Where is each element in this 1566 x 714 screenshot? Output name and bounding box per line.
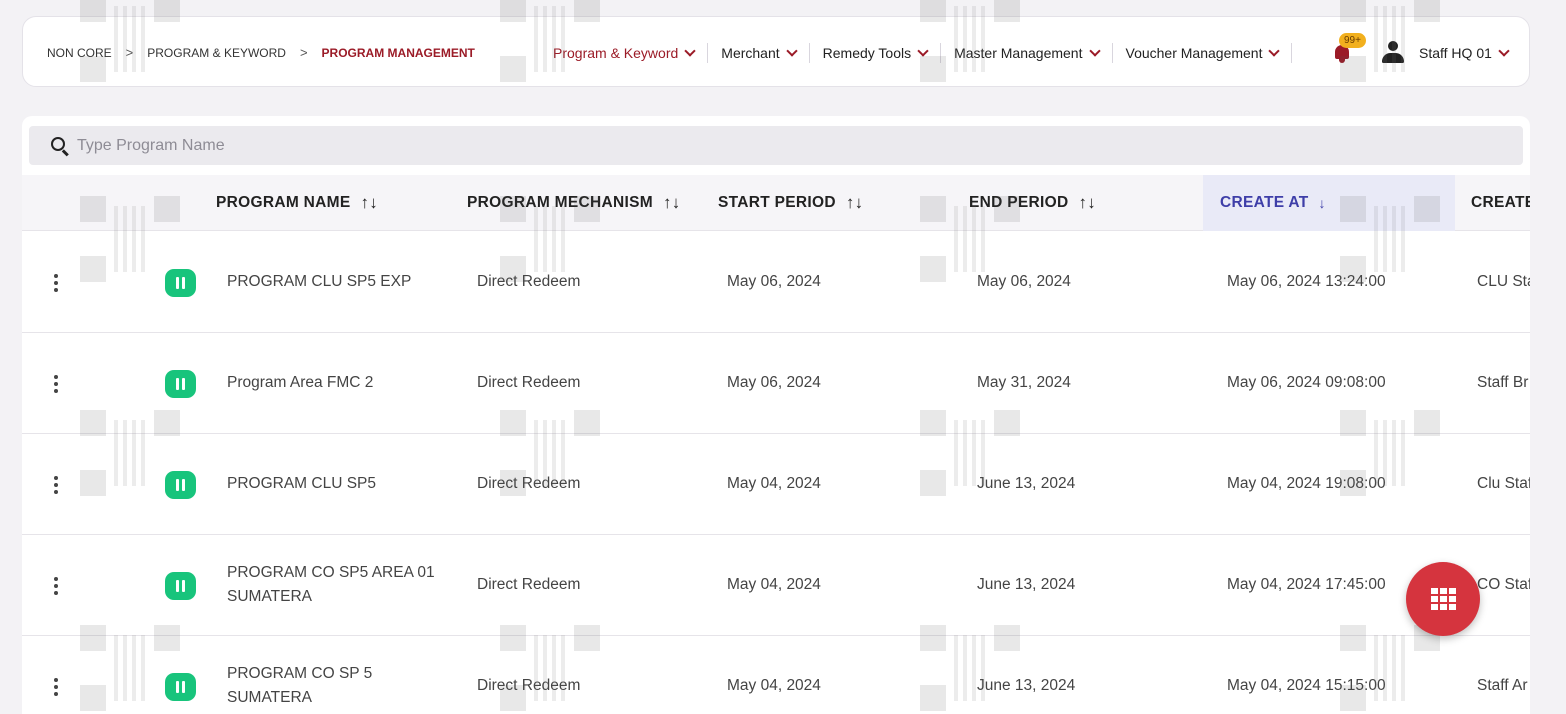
program-table-card: PROGRAM NAME ↑↓ PROGRAM MECHANISM ↑↓ START…	[22, 116, 1530, 714]
breadcrumb-item-non-core[interactable]: NON CORE	[47, 46, 112, 60]
sort-icon[interactable]: ↑↓	[1078, 193, 1096, 213]
nav-program-keyword[interactable]: Program & Keyword	[531, 42, 709, 63]
cell-program-mechanism: Direct Redeem	[477, 576, 581, 593]
cell-end-period: May 31, 2024	[977, 374, 1071, 391]
pause-icon[interactable]	[165, 269, 196, 297]
column-label: CREATE	[1471, 194, 1530, 211]
cell-end-period: June 13, 2024	[977, 475, 1076, 492]
cell-create-by: CLU Sta	[1477, 273, 1530, 290]
cell-create-by: Staff Br	[1477, 374, 1529, 391]
nav-label: Program & Keyword	[553, 44, 679, 61]
cell-start-period: May 04, 2024	[727, 475, 821, 492]
cell-end-period: May 06, 2024	[977, 273, 1071, 290]
kebab-icon[interactable]	[53, 577, 59, 595]
nav-master-management[interactable]: Master Management	[941, 42, 1113, 63]
column-label: START PERIOD	[718, 194, 836, 211]
breadcrumb-item-program-keyword[interactable]: PROGRAM & KEYWORD	[147, 46, 286, 60]
cell-program-name: PROGRAM CO SP 5 SUMATERA	[227, 665, 373, 706]
column-label: PROGRAM NAME	[216, 194, 351, 211]
column-create-by[interactable]: CREATE	[1471, 175, 1530, 231]
sort-icon[interactable]: ↑↓	[846, 193, 864, 213]
search-input[interactable]	[77, 126, 1477, 165]
cell-create-at: May 04, 2024 19:08:00	[1227, 475, 1386, 492]
pause-icon[interactable]	[165, 471, 196, 499]
search-icon	[51, 137, 65, 151]
breadcrumb-separator-icon: >	[125, 45, 134, 60]
cell-program-name: PROGRAM CLU SP5 EXP	[227, 273, 412, 290]
nav-label: Remedy Tools	[822, 44, 912, 61]
main-nav: Program & Keyword Merchant Remedy Tools …	[531, 17, 1293, 88]
breadcrumb-separator-icon: >	[299, 45, 308, 60]
table-row[interactable]: PROGRAM CLU SP5 EXP Direct Redeem May 06, …	[22, 232, 1530, 333]
column-label: PROGRAM MECHANISM	[467, 194, 653, 211]
nav-label: Master Management	[954, 44, 1083, 61]
nav-label: Voucher Management	[1125, 44, 1263, 61]
sort-descending-icon[interactable]: ↓	[1319, 195, 1326, 211]
kebab-icon[interactable]	[53, 274, 59, 292]
cell-create-by: Staff Ar	[1477, 677, 1528, 694]
nav-merchant[interactable]: Merchant	[708, 42, 810, 63]
nav-remedy-tools[interactable]: Remedy Tools	[810, 42, 942, 63]
column-create-at[interactable]: CREATE AT ↓	[1203, 175, 1455, 231]
cell-program-mechanism: Direct Redeem	[477, 475, 581, 492]
cell-create-by: Clu Staf	[1477, 475, 1530, 492]
cell-program-mechanism: Direct Redeem	[477, 273, 581, 290]
chevron-down-icon	[1498, 44, 1510, 57]
chevron-down-icon	[1268, 44, 1281, 57]
nav-voucher-management[interactable]: Voucher Management	[1113, 42, 1293, 63]
sort-icon[interactable]: ↑↓	[361, 193, 379, 213]
table-row[interactable]: Program Area FMC 2 Direct Redeem May 06, 2…	[22, 333, 1530, 434]
chevron-down-icon	[785, 44, 798, 57]
cell-program-name: Program Area FMC 2	[227, 374, 374, 391]
kebab-icon[interactable]	[53, 476, 59, 494]
column-label: END PERIOD	[969, 194, 1069, 211]
user-menu[interactable]: Staff HQ 01	[1419, 17, 1510, 88]
breadcrumb-item-program-management: PROGRAM MANAGEMENT	[321, 45, 475, 60]
chevron-down-icon	[684, 44, 696, 57]
cell-program-name: PROGRAM CO SP5 AREA 01 SUMATERA	[227, 564, 435, 605]
kebab-icon[interactable]	[53, 375, 59, 393]
table-row[interactable]: PROGRAM CO SP5 AREA 01 SUMATERA Direct Re…	[22, 535, 1530, 636]
table-header: PROGRAM NAME ↑↓ PROGRAM MECHANISM ↑↓ START…	[22, 175, 1530, 231]
breadcrumb: NON CORE > PROGRAM & KEYWORD > PROGRAM M…	[47, 17, 475, 88]
cell-program-mechanism: Direct Redeem	[477, 374, 581, 391]
notification-badge: 99+	[1339, 33, 1366, 48]
grid-icon	[1431, 588, 1457, 610]
chevron-down-icon	[1088, 44, 1101, 57]
pause-icon[interactable]	[165, 370, 196, 398]
cell-start-period: May 04, 2024	[727, 576, 821, 593]
top-bar: NON CORE > PROGRAM & KEYWORD > PROGRAM M…	[22, 16, 1530, 87]
column-start-period[interactable]: START PERIOD ↑↓	[718, 175, 863, 231]
menu-fab-button[interactable]	[1406, 562, 1480, 636]
cell-start-period: May 06, 2024	[727, 374, 821, 391]
user-name: Staff HQ 01	[1419, 44, 1492, 61]
user-icon[interactable]	[1381, 41, 1405, 63]
chevron-down-icon	[917, 44, 929, 57]
cell-start-period: May 04, 2024	[727, 677, 821, 694]
column-program-mechanism[interactable]: PROGRAM MECHANISM ↑↓	[467, 175, 681, 231]
pause-icon[interactable]	[165, 673, 196, 701]
cell-end-period: June 13, 2024	[977, 677, 1076, 694]
table-row[interactable]: PROGRAM CO SP 5 SUMATERA Direct Redeem May…	[22, 636, 1530, 714]
pause-icon[interactable]	[165, 572, 196, 600]
cell-create-by: CO Staf	[1477, 576, 1530, 593]
table-row[interactable]: PROGRAM CLU SP5 Direct Redeem May 04, 2024…	[22, 434, 1530, 535]
cell-create-at: May 06, 2024 09:08:00	[1227, 374, 1386, 391]
cell-create-at: May 04, 2024 17:45:00	[1227, 576, 1386, 593]
search-bar	[29, 126, 1523, 165]
cell-create-at: May 06, 2024 13:24:00	[1227, 273, 1386, 290]
column-program-name[interactable]: PROGRAM NAME ↑↓	[216, 175, 378, 231]
kebab-icon[interactable]	[53, 678, 59, 696]
sort-icon[interactable]: ↑↓	[663, 193, 681, 213]
nav-label: Merchant	[721, 44, 780, 61]
column-label: CREATE AT	[1220, 194, 1309, 211]
cell-create-at: May 04, 2024 15:15:00	[1227, 677, 1386, 694]
cell-program-name: PROGRAM CLU SP5	[227, 475, 377, 492]
cell-end-period: June 13, 2024	[977, 576, 1076, 593]
column-end-period[interactable]: END PERIOD ↑↓	[969, 175, 1096, 231]
cell-program-mechanism: Direct Redeem	[477, 677, 581, 694]
cell-start-period: May 06, 2024	[727, 273, 821, 290]
